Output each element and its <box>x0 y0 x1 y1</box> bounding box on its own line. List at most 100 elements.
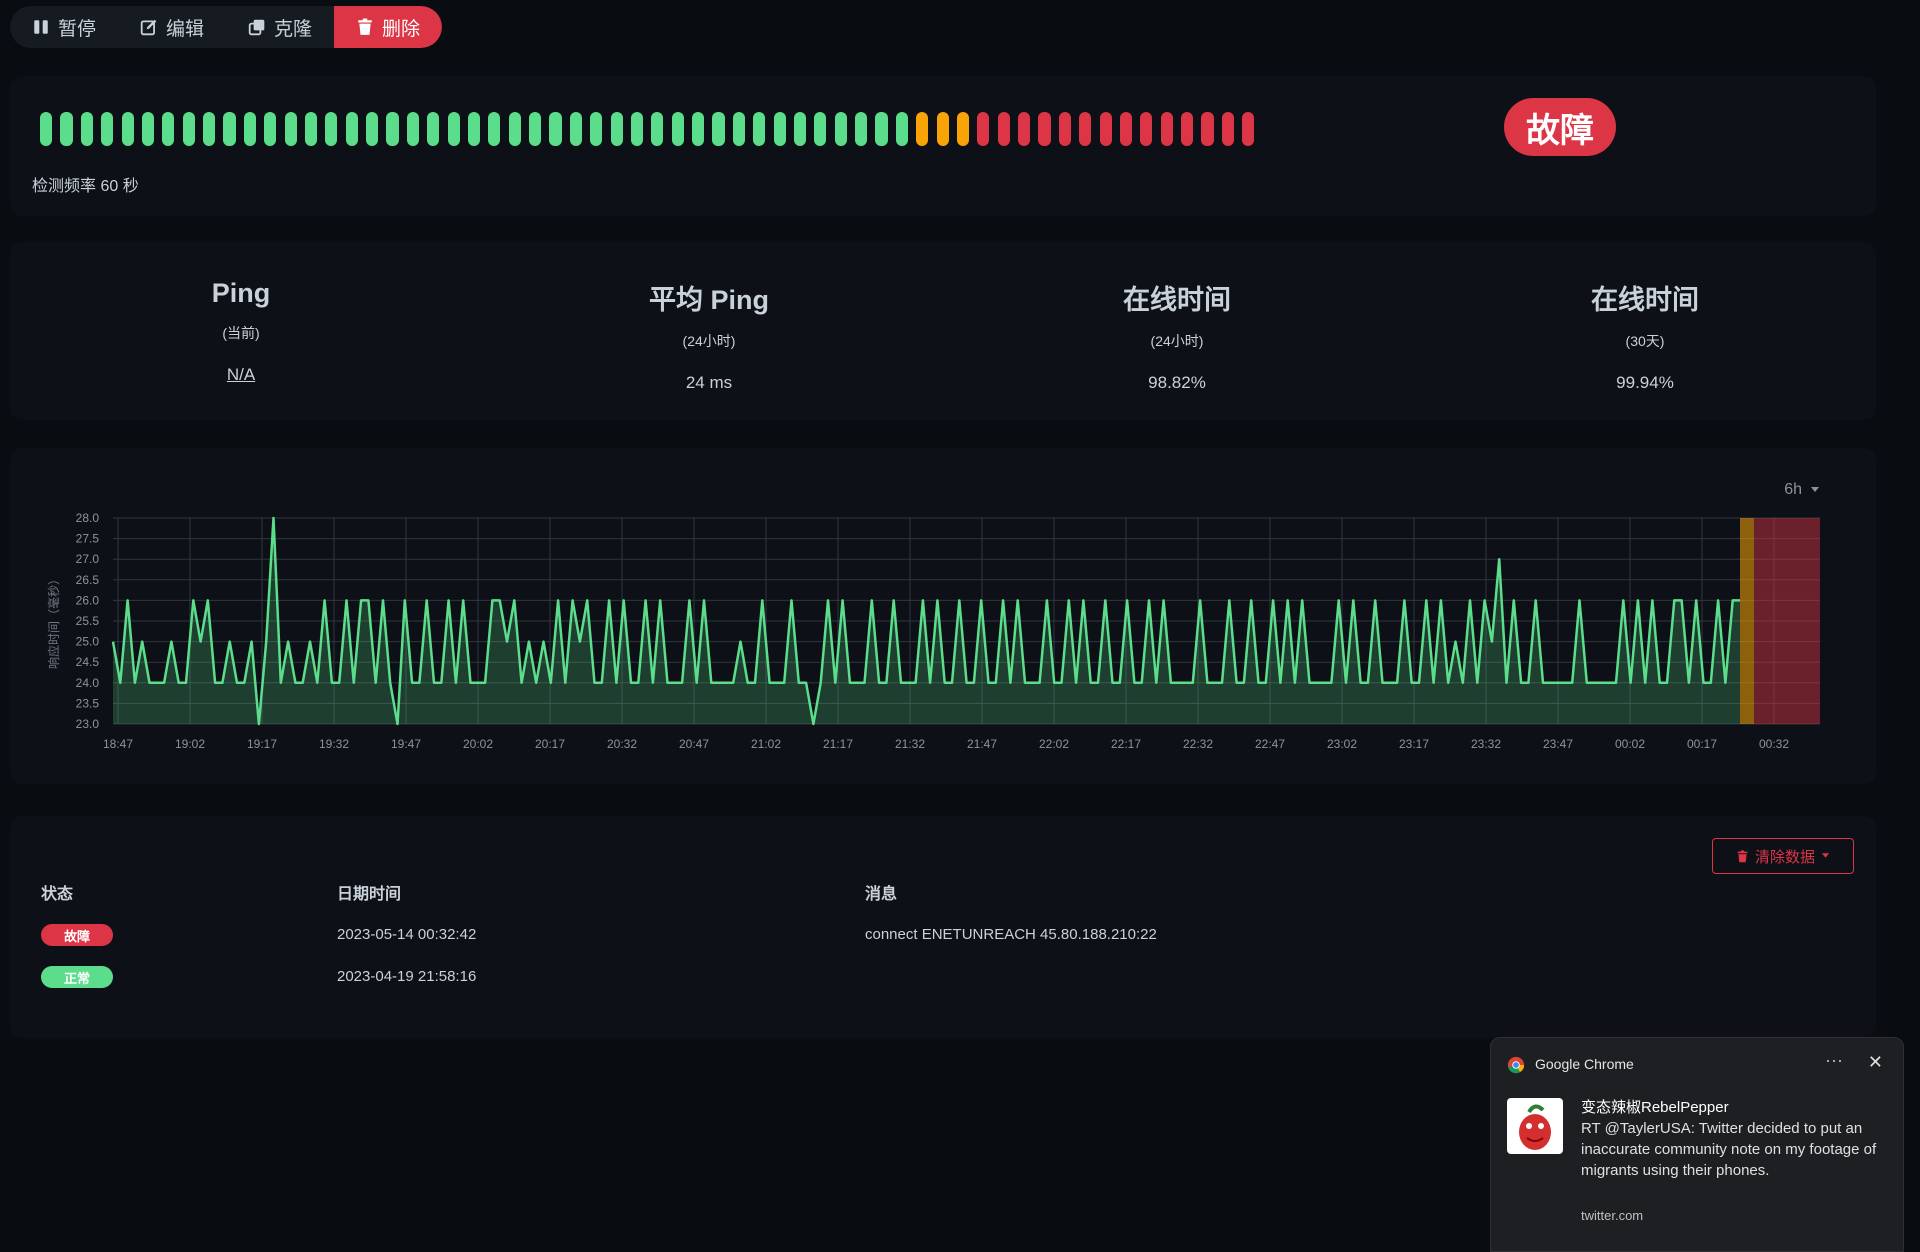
heartbeat-beat[interactable] <box>895 112 908 146</box>
x-tick-label: 20:02 <box>463 737 493 751</box>
x-tick-label: 21:47 <box>967 737 997 751</box>
trash-icon <box>358 18 372 35</box>
heartbeat-beat[interactable] <box>488 112 501 146</box>
y-tick-label: 23.0 <box>76 717 100 731</box>
heartbeat-beat[interactable] <box>630 112 644 146</box>
more-options-icon[interactable]: ··· <box>1825 1050 1843 1071</box>
notification-body: RT @TaylerUSA: Twitter decided to put an… <box>1581 1120 1877 1179</box>
heartbeat-beat[interactable] <box>223 112 236 146</box>
heartbeat-beat[interactable] <box>467 112 481 146</box>
stat-value: 24 ms <box>685 373 733 392</box>
heartbeat-beat[interactable] <box>243 112 256 146</box>
heartbeat-beat[interactable] <box>1018 112 1031 146</box>
notification-app-name: Google Chrome <box>1535 1056 1634 1072</box>
heartbeat-beat[interactable] <box>447 112 460 146</box>
edit-label: 编辑 <box>166 18 205 40</box>
x-tick-label: 19:02 <box>175 737 205 751</box>
heartbeat-beat[interactable] <box>1160 112 1173 146</box>
pause-button[interactable]: 暂停 <box>10 6 118 48</box>
heartbeat-beat[interactable] <box>345 112 358 146</box>
y-tick-label: 24.5 <box>76 655 100 669</box>
heartbeat-beat[interactable] <box>956 112 970 146</box>
heartbeat-beat[interactable] <box>1181 112 1194 146</box>
heartbeat-beat[interactable] <box>997 112 1010 146</box>
heartbeat-beat[interactable] <box>1221 112 1234 146</box>
heartbeat-beat[interactable] <box>936 112 949 146</box>
heartbeat-beat[interactable] <box>162 112 175 146</box>
y-tick-label: 25.0 <box>76 635 100 649</box>
stat-subtitle: (24小时) <box>682 333 736 349</box>
chrome-notification[interactable]: Google Chrome ··· ✕ 变态辣椒RebelPepper RT @… <box>1490 1037 1904 1252</box>
heartbeat-beat[interactable] <box>121 112 134 146</box>
heartbeat-beat[interactable] <box>712 112 725 146</box>
heartbeat-beat[interactable] <box>875 112 888 146</box>
stat-value: 99.94% <box>1616 373 1674 392</box>
pause-label: 暂停 <box>58 18 97 40</box>
close-icon[interactable]: ✕ <box>1868 1052 1883 1073</box>
heartbeat-beat[interactable] <box>406 112 419 146</box>
delete-button[interactable]: 删除 <box>334 6 443 48</box>
stat-title: 在线时间 <box>1123 285 1231 315</box>
stats-card: Ping (当前) N/A 平均 Ping (24小时) 24 ms 在线时间 … <box>10 242 1876 420</box>
status-badge: 正常 <box>41 966 113 988</box>
heartbeat-beat[interactable] <box>529 112 542 146</box>
x-tick-label: 23:02 <box>1327 737 1357 751</box>
heartbeat-beat[interactable] <box>569 112 582 146</box>
heartbeat-beat[interactable] <box>610 112 623 146</box>
heartbeat-beat[interactable] <box>671 112 684 146</box>
status-badge: 故障 <box>41 924 113 946</box>
heartbeat-beat[interactable] <box>60 112 73 146</box>
y-tick-label: 27.0 <box>76 552 100 566</box>
heartbeat-beat[interactable] <box>1058 112 1071 146</box>
ping-chart-card: 6h 23.0 23.5 24.0 24.5 25.0 25.5 26.0 26.5 27.0 2… <box>10 448 1876 784</box>
x-tick-label: 23:17 <box>1399 737 1429 751</box>
heartbeat-beat[interactable] <box>692 112 705 146</box>
heartbeat-beat[interactable] <box>284 112 297 146</box>
heartbeat-beat[interactable] <box>1038 112 1051 146</box>
column-header-message: 消息 <box>865 886 898 903</box>
heartbeat-beat[interactable] <box>916 112 929 146</box>
heartbeat-beat[interactable] <box>386 112 399 146</box>
heartbeat-beat[interactable] <box>366 112 379 146</box>
heartbeat-beat[interactable] <box>40 112 53 146</box>
heartbeat-beat[interactable] <box>549 112 562 146</box>
edit-button[interactable]: 编辑 <box>118 6 226 48</box>
heartbeat-beat[interactable] <box>182 112 195 146</box>
stat-value[interactable]: N/A <box>91 365 391 385</box>
heartbeat-beat[interactable] <box>1119 112 1133 146</box>
heartbeat-beat[interactable] <box>1140 112 1153 146</box>
heartbeat-beat[interactable] <box>1099 112 1112 146</box>
heartbeat-beat[interactable] <box>814 112 827 146</box>
heartbeat-beat[interactable] <box>203 112 216 146</box>
heartbeat-beat[interactable] <box>101 112 114 146</box>
clear-data-button[interactable]: 清除数据 <box>1712 838 1854 874</box>
heartbeat-bar <box>40 112 1255 146</box>
stat-title: 平均 Ping <box>649 285 769 315</box>
heartbeat-beat[interactable] <box>834 112 847 146</box>
event-datetime: 2023-04-19 21:58:16 <box>337 968 477 985</box>
heartbeat-beat[interactable] <box>264 112 277 146</box>
heartbeat-beat[interactable] <box>732 112 745 146</box>
heartbeat-beat[interactable] <box>793 112 807 146</box>
clone-button[interactable]: 克隆 <box>226 6 334 48</box>
heartbeat-beat[interactable] <box>651 112 664 146</box>
heartbeat-beat[interactable] <box>1079 112 1092 146</box>
heartbeat-beat[interactable] <box>590 112 603 146</box>
stat-average-ping: 平均 Ping (24小时) 24 ms <box>559 278 859 393</box>
heartbeat-beat[interactable] <box>325 112 338 146</box>
heartbeat-beat[interactable] <box>855 112 868 146</box>
heartbeat-beat[interactable] <box>1242 112 1255 146</box>
heartbeat-beat[interactable] <box>80 112 93 146</box>
notification-source: twitter.com <box>1581 1208 1644 1223</box>
heartbeat-beat[interactable] <box>977 112 990 146</box>
heartbeat-beat[interactable] <box>141 112 155 146</box>
heartbeat-beat[interactable] <box>304 112 318 146</box>
check-frequency: 检测频率 60 秒 <box>32 178 139 195</box>
x-tick-label: 19:17 <box>247 737 277 751</box>
stat-uptime-30d: 在线时间 (30天) 99.94% <box>1495 278 1795 393</box>
heartbeat-beat[interactable] <box>773 112 786 146</box>
heartbeat-beat[interactable] <box>753 112 766 146</box>
heartbeat-beat[interactable] <box>1201 112 1214 146</box>
heartbeat-beat[interactable] <box>508 112 521 146</box>
heartbeat-beat[interactable] <box>427 112 440 146</box>
